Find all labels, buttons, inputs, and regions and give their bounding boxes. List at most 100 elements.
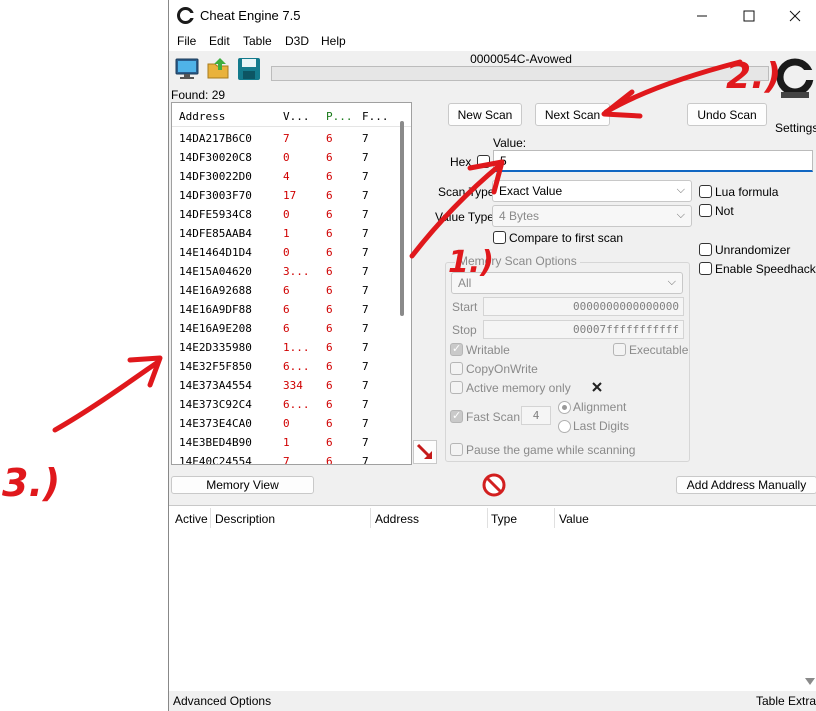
result-row[interactable]: 14E373E4CA0 0 6 7 [172, 414, 404, 433]
close-button[interactable] [772, 0, 816, 31]
result-row[interactable]: 14DF30020C8 0 6 7 [172, 148, 404, 167]
cheat-engine-logo-icon[interactable] [775, 52, 815, 102]
column-type[interactable]: Type [491, 512, 517, 526]
menu-bar: File Edit Table D3D Help [169, 31, 816, 51]
hex-checkbox[interactable] [477, 155, 490, 168]
chevron-down-icon: ⌵ [676, 184, 685, 196]
value-type-select[interactable]: 4 Bytes ⌵ [492, 205, 692, 227]
address-table[interactable]: Active Description Address Type Value [169, 505, 816, 691]
memory-view-button[interactable]: Memory View [171, 476, 314, 494]
results-scrollbar[interactable] [400, 121, 404, 316]
header-previous[interactable]: P... [326, 110, 353, 123]
not-label: Not [715, 204, 734, 218]
alignment-radio[interactable] [558, 401, 571, 414]
start-address-field[interactable]: 0000000000000000 [483, 297, 684, 316]
row-first: 7 [362, 246, 369, 259]
writable-checkbox[interactable] [450, 342, 463, 356]
executable-checkbox[interactable] [613, 343, 626, 356]
chevron-down-icon: ⌵ [667, 276, 676, 288]
pause-game-label: Pause the game while scanning [466, 443, 636, 457]
compare-first-checkbox[interactable] [493, 231, 506, 244]
next-scan-button[interactable]: Next Scan [535, 103, 610, 126]
row-previous: 6 [326, 379, 333, 392]
menu-help[interactable]: Help [321, 34, 346, 48]
value-input[interactable]: 5 [493, 150, 813, 172]
row-value: 0 [283, 417, 290, 430]
menu-edit[interactable]: Edit [209, 34, 230, 48]
minimize-button[interactable] [679, 0, 725, 31]
result-row[interactable]: 14E1464D1D4 0 6 7 [172, 243, 404, 262]
start-label: Start [452, 300, 478, 314]
row-value: 7 [283, 455, 290, 465]
scan-type-label: Scan Type [438, 185, 495, 199]
column-active[interactable]: Active [175, 512, 208, 526]
result-row[interactable]: 14DFE85AAB4 1 6 7 [172, 224, 404, 243]
result-row[interactable]: 14E16A9E208 6 6 7 [172, 319, 404, 338]
row-previous: 6 [326, 436, 333, 449]
last-digits-radio[interactable] [558, 420, 571, 433]
row-first: 7 [362, 303, 369, 316]
row-first: 7 [362, 189, 369, 202]
menu-file[interactable]: File [177, 34, 196, 48]
result-row[interactable]: 14DF30022D0 4 6 7 [172, 167, 404, 186]
result-row[interactable]: 14E373C92C4 6... 6 7 [172, 395, 404, 414]
result-row[interactable]: 14E15A04620 3... 6 7 [172, 262, 404, 281]
row-value: 334 [283, 379, 303, 392]
result-row[interactable]: 14E3BED4B90 1 6 7 [172, 433, 404, 452]
result-row[interactable]: 14DFE5934C8 0 6 7 [172, 205, 404, 224]
menu-d3d[interactable]: D3D [285, 34, 309, 48]
header-value[interactable]: V... [283, 110, 310, 123]
column-description[interactable]: Description [215, 512, 275, 526]
scroll-down-icon[interactable] [805, 678, 815, 686]
settings-label[interactable]: Settings [775, 121, 816, 135]
result-row[interactable]: 14E2D335980 1... 6 7 [172, 338, 404, 357]
result-row[interactable]: 14E373A4554 334 6 7 [172, 376, 404, 395]
result-row[interactable]: 14DA217B6C0 7 6 7 [172, 129, 404, 148]
row-previous: 6 [326, 227, 333, 240]
column-address[interactable]: Address [375, 512, 419, 526]
open-file-button[interactable] [205, 55, 233, 83]
header-address[interactable]: Address [179, 110, 225, 123]
row-first: 7 [362, 151, 369, 164]
fast-scan-value-field[interactable]: 4 [521, 406, 551, 425]
row-first: 7 [362, 455, 369, 465]
memory-region-select[interactable]: All ⌵ [451, 272, 683, 294]
computer-monitor-icon [175, 58, 199, 79]
save-button[interactable] [235, 55, 263, 83]
header-first[interactable]: F... [362, 110, 389, 123]
advanced-options-link[interactable]: Advanced Options [173, 694, 271, 708]
scan-results-list[interactable]: Address V... P... F... 14DA217B6C0 7 6 7 14D… [171, 102, 412, 465]
maximize-button[interactable] [726, 0, 772, 31]
stop-address-field[interactable]: 00007fffffffffff [483, 320, 684, 339]
result-row[interactable]: 14E32F5F850 6... 6 7 [172, 357, 404, 376]
fast-scan-label: Fast Scan [466, 410, 521, 424]
row-address: 14E2D335980 [179, 341, 252, 354]
undo-scan-button[interactable]: Undo Scan [687, 103, 767, 126]
active-memory-label: Active memory only [466, 381, 571, 395]
speedhack-checkbox[interactable] [699, 262, 712, 275]
stop-button[interactable] [481, 472, 507, 498]
active-memory-checkbox[interactable] [450, 381, 463, 394]
table-extras-link[interactable]: Table Extras [756, 694, 816, 708]
menu-table[interactable]: Table [243, 34, 272, 48]
add-to-list-button[interactable] [413, 440, 437, 464]
row-value: 17 [283, 189, 297, 202]
result-row[interactable]: 14E16A92688 6 6 7 [172, 281, 404, 300]
executable-label: Executable [629, 343, 689, 357]
select-process-button[interactable] [173, 55, 201, 83]
row-previous: 6 [326, 189, 333, 202]
column-value[interactable]: Value [559, 512, 589, 526]
result-row[interactable]: 14E40C24554 7 6 7 [172, 452, 404, 465]
unrandomizer-checkbox[interactable] [699, 243, 712, 256]
add-address-manually-button[interactable]: Add Address Manually [676, 476, 816, 494]
scan-type-select[interactable]: Exact Value ⌵ [492, 180, 692, 202]
fast-scan-checkbox[interactable] [450, 409, 463, 423]
result-row[interactable]: 14E16A9DF88 6 6 7 [172, 300, 404, 319]
new-scan-button[interactable]: New Scan [448, 103, 522, 126]
lua-formula-checkbox[interactable] [699, 185, 712, 198]
clear-x-icon[interactable] [591, 381, 603, 393]
result-row[interactable]: 14DF3003F70 17 6 7 [172, 186, 404, 205]
not-checkbox[interactable] [699, 204, 712, 217]
copyonwrite-checkbox[interactable] [450, 362, 463, 375]
pause-game-checkbox[interactable] [450, 443, 463, 456]
